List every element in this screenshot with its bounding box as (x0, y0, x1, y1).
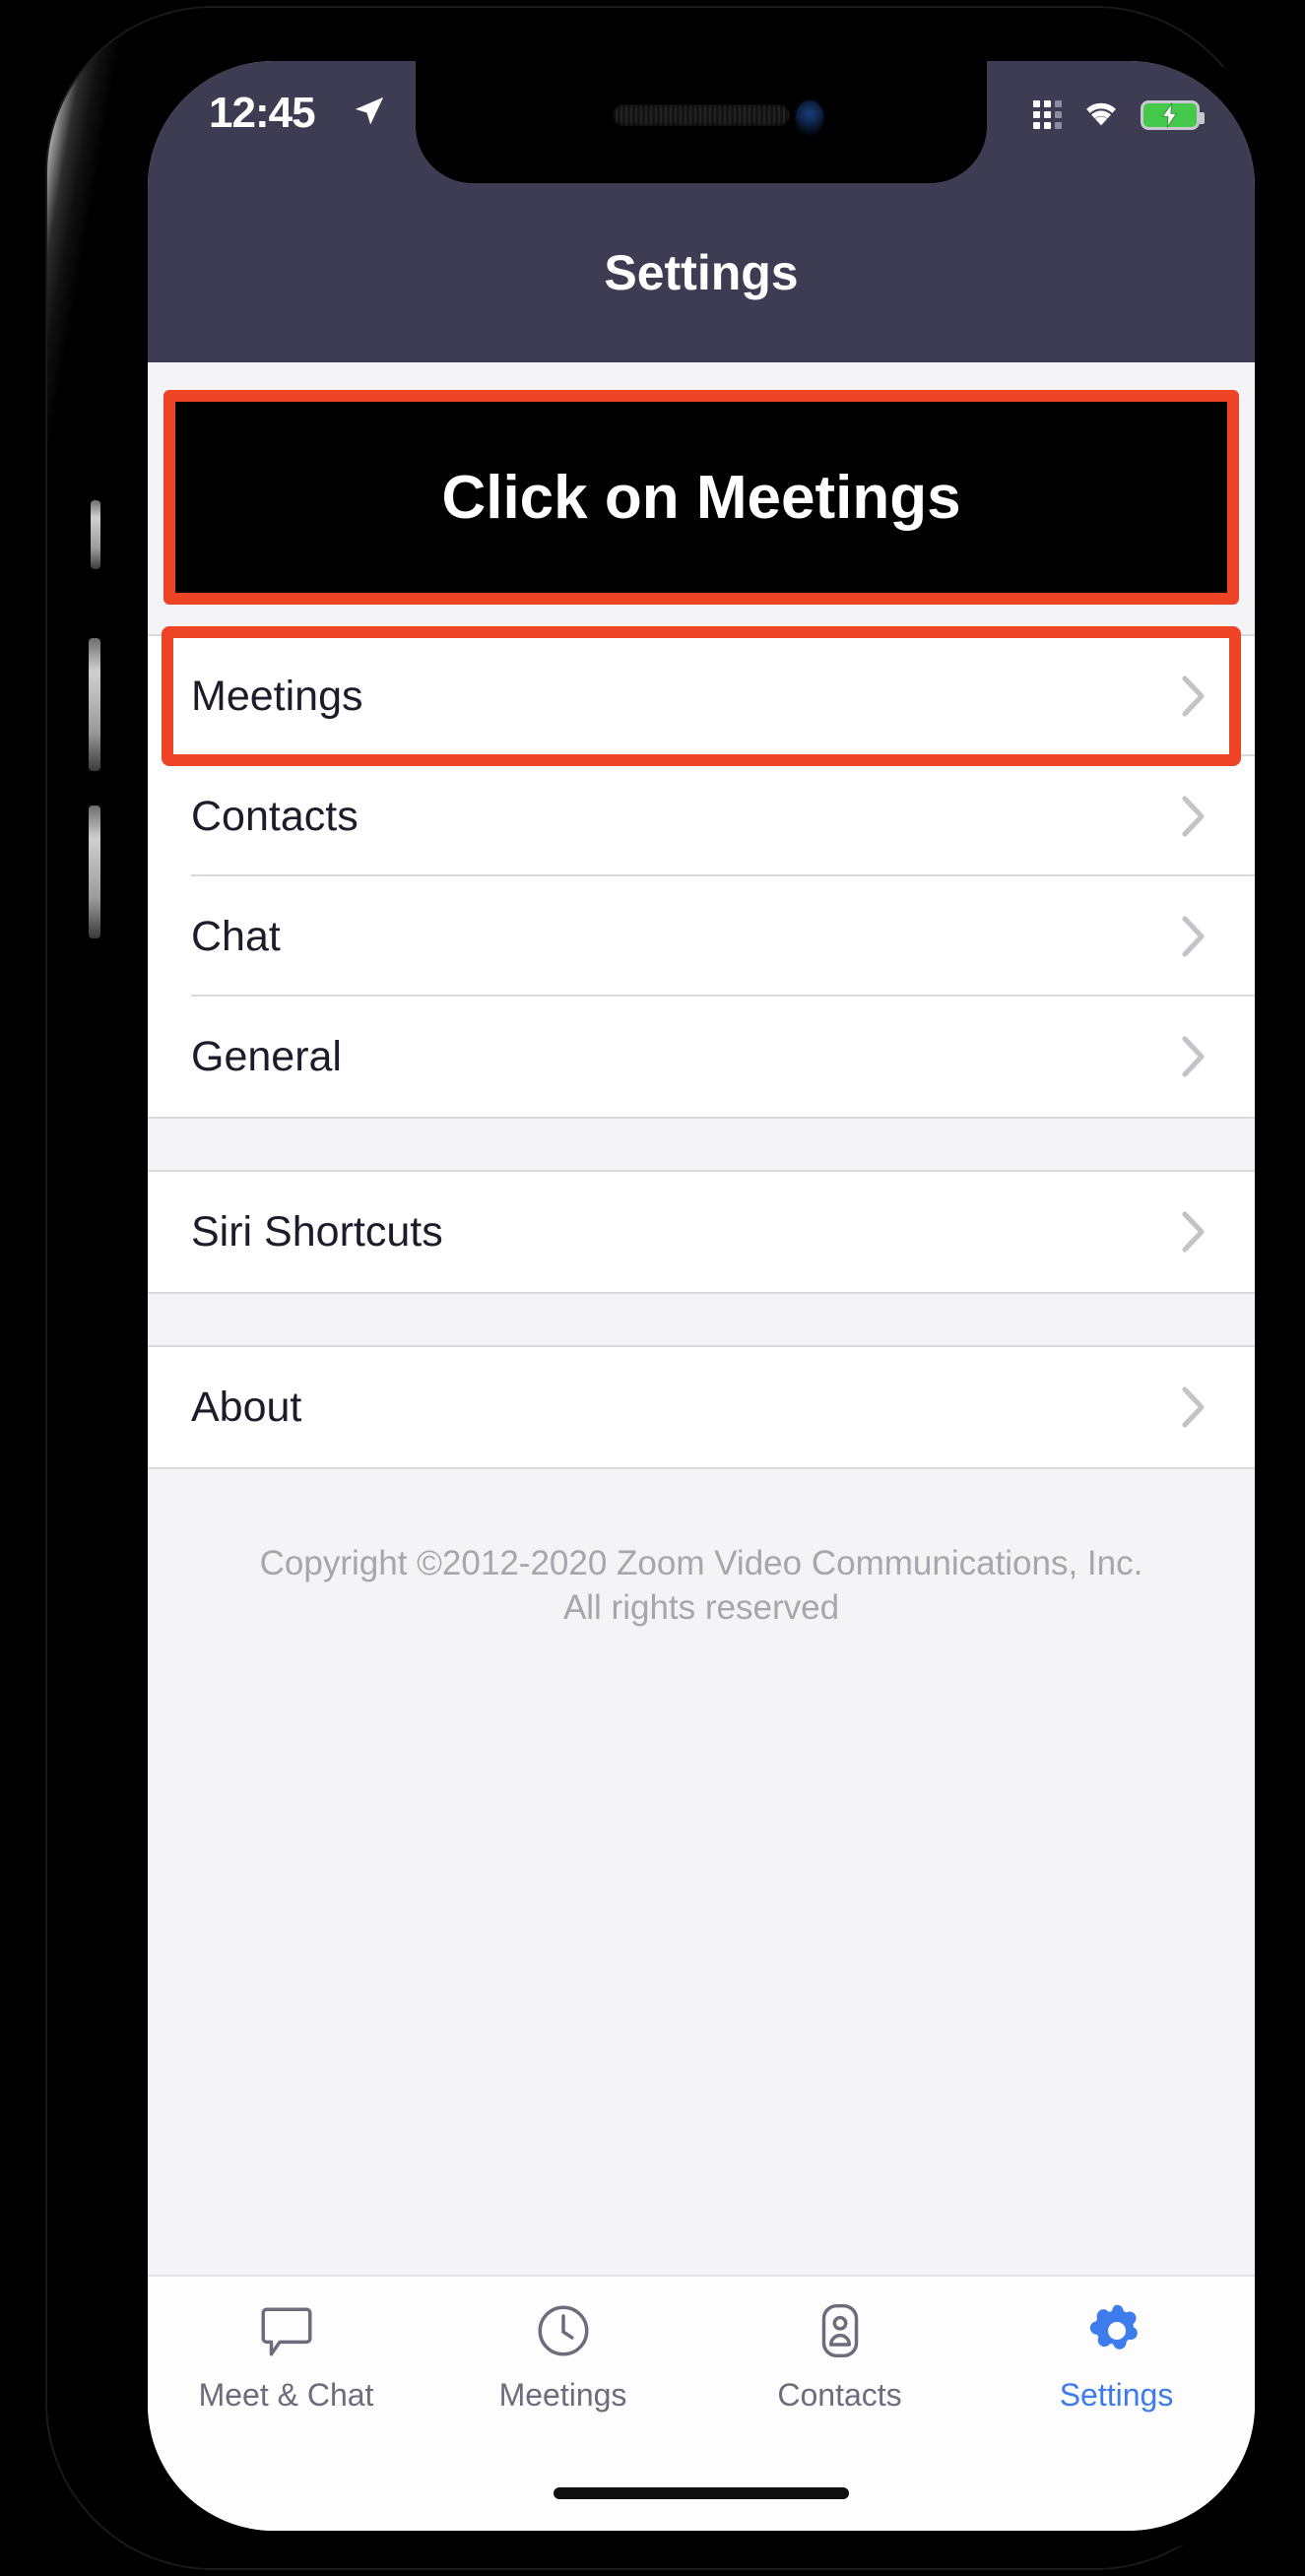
page-title: Settings (604, 245, 799, 300)
settings-content: Click on Meetings Meetings Contacts Chat… (148, 362, 1255, 2275)
earpiece-speaker (613, 104, 790, 126)
status-indicators (1033, 97, 1205, 133)
volume-down-button[interactable] (89, 805, 100, 938)
navigation-bar: Settings (148, 183, 1255, 362)
copyright-line-2: All rights reserved (562, 1587, 840, 1627)
tab-label: Meet & Chat (198, 2377, 374, 2413)
settings-row-label: Chat (191, 912, 281, 960)
chevron-right-icon (1182, 1211, 1206, 1253)
settings-row-chat[interactable]: Chat (148, 876, 1255, 997)
battery-charging-icon (1141, 99, 1205, 130)
phone-frame: 12:45 Settings Click on Meetings Meeting… (47, 8, 1284, 2568)
settings-row-meetings[interactable]: Meetings (148, 626, 1255, 766)
tab-meet-and-chat[interactable]: Meet & Chat (148, 2277, 424, 2531)
tab-label: Meetings (498, 2377, 627, 2413)
cellular-signal-icon (1033, 100, 1062, 129)
tab-settings[interactable]: Settings (978, 2277, 1255, 2531)
tab-label: Settings (1059, 2377, 1174, 2413)
front-camera-icon (796, 100, 823, 134)
settings-row-label: Meetings (191, 672, 363, 720)
settings-row-siri-shortcuts[interactable]: Siri Shortcuts (148, 1172, 1255, 1292)
tab-label: Contacts (777, 2377, 902, 2413)
settings-group-about: About (148, 1347, 1255, 1467)
mute-switch[interactable] (91, 500, 100, 569)
copyright-line-1: Copyright ©2012-2020 Zoom Video Communic… (259, 1544, 1143, 1582)
settings-row-label: Siri Shortcuts (191, 1207, 443, 1256)
settings-group-primary: Meetings Contacts Chat General (148, 626, 1255, 1117)
contact-card-icon (810, 2300, 871, 2361)
chevron-right-icon (1182, 916, 1206, 957)
chevron-right-icon (1182, 1386, 1206, 1428)
gear-icon (1086, 2300, 1147, 2361)
annotation-banner-wrap: Click on Meetings (148, 390, 1255, 605)
home-indicator[interactable] (554, 2487, 849, 2499)
settings-row-label: About (191, 1383, 302, 1431)
group-gap-siri (148, 1119, 1255, 1170)
status-time: 12:45 (209, 89, 316, 137)
settings-row-label: Contacts (191, 792, 359, 840)
clock-icon (533, 2300, 594, 2361)
chevron-right-icon (1182, 796, 1206, 837)
chat-bubble-icon (256, 2300, 317, 2361)
chevron-right-icon (1182, 1036, 1206, 1077)
settings-row-label: General (191, 1032, 342, 1080)
settings-row-general[interactable]: General (148, 997, 1255, 1117)
wifi-icon (1079, 97, 1123, 133)
location-arrow-icon (353, 95, 386, 128)
phone-screen: 12:45 Settings Click on Meetings Meeting… (148, 61, 1255, 2531)
group-gap-about (148, 1294, 1255, 1345)
chevron-right-icon (1182, 676, 1206, 717)
settings-row-contacts[interactable]: Contacts (148, 756, 1255, 876)
annotation-banner: Click on Meetings (163, 390, 1239, 605)
copyright-footer: Copyright ©2012-2020 Zoom Video Communic… (148, 1469, 1255, 1631)
group-gap-top (148, 605, 1255, 634)
settings-row-about[interactable]: About (148, 1347, 1255, 1467)
notch (416, 61, 987, 183)
settings-group-siri: Siri Shortcuts (148, 1172, 1255, 1292)
annotation-banner-text: Click on Meetings (441, 463, 961, 532)
volume-up-button[interactable] (89, 638, 100, 771)
